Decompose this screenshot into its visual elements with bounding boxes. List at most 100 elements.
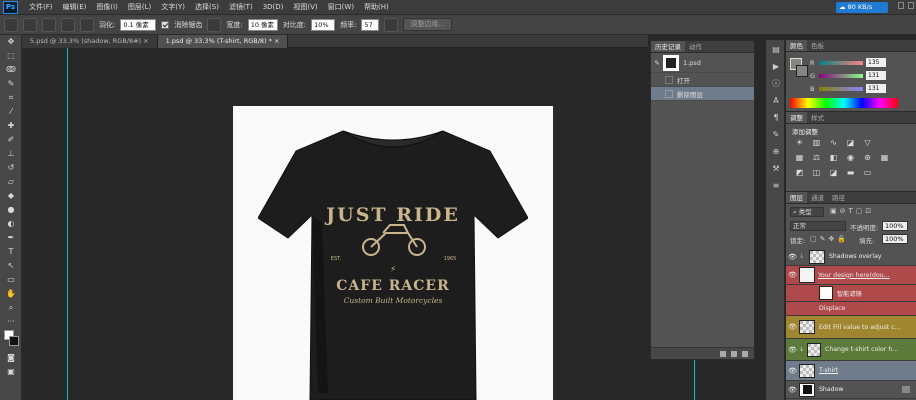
screen-mode-icon[interactable]: ▣: [3, 366, 19, 377]
curves-icon[interactable]: ∿: [828, 138, 839, 148]
blue-slider[interactable]: [819, 86, 863, 91]
path-select-icon[interactable]: ↖: [3, 260, 19, 271]
blue-value-input[interactable]: 131: [866, 84, 886, 93]
menu-help[interactable]: 帮助(H): [359, 0, 394, 15]
trash-icon[interactable]: [742, 350, 748, 357]
tab-actions[interactable]: 动作: [685, 41, 706, 52]
tab-adjustments[interactable]: 调整: [786, 112, 807, 123]
threshold-icon[interactable]: ◪: [828, 168, 839, 178]
history-step[interactable]: 打开: [651, 73, 754, 87]
quick-mask-icon[interactable]: ◙: [3, 352, 19, 363]
layer-filter-select[interactable]: ⌕ 类型: [790, 207, 824, 217]
lock-icons[interactable]: ▢✎✥🔒: [810, 235, 849, 243]
menu-view[interactable]: 视图(V): [288, 0, 322, 15]
paragraph-dock-icon[interactable]: ¶: [770, 113, 782, 123]
menu-file[interactable]: 文件(F): [24, 0, 58, 15]
move-tool-icon[interactable]: ✥: [3, 36, 19, 47]
eraser-tool-icon[interactable]: ▱: [3, 176, 19, 187]
vibrance-icon[interactable]: ▽: [862, 138, 873, 148]
extra-tools-icon[interactable]: ···: [3, 316, 19, 327]
tab-layers[interactable]: 图层: [786, 192, 807, 203]
minimize-icon[interactable]: [898, 2, 904, 9]
green-value-input[interactable]: 131: [866, 71, 886, 80]
invert-icon[interactable]: ◩: [794, 168, 805, 178]
photo-filter-icon[interactable]: ◉: [845, 153, 856, 163]
hue-saturation-icon[interactable]: ▦: [794, 153, 805, 163]
layer-row[interactable]: 👁 Your design here(dou...: [786, 266, 916, 285]
layer-row[interactable]: 👁 Edit Fill value to adjust c...: [786, 316, 916, 339]
history-step[interactable]: 删除图层: [651, 87, 754, 101]
layer-row[interactable]: Displace: [786, 302, 916, 316]
step-checkbox[interactable]: [665, 75, 673, 84]
dodge-tool-icon[interactable]: ◐: [3, 218, 19, 229]
eye-icon[interactable]: 👁: [786, 346, 799, 354]
contrast-input[interactable]: 10%: [311, 18, 336, 31]
type-tool-icon[interactable]: T: [3, 246, 19, 257]
tab-color[interactable]: 颜色: [786, 40, 807, 51]
color-spectrum[interactable]: [790, 98, 898, 108]
menu-layer[interactable]: 图层(L): [123, 0, 156, 15]
layer-row[interactable]: 👁 Shadow: [786, 381, 916, 399]
layer-row[interactable]: 👁 ↓ Shadows overlay: [786, 248, 916, 266]
brush-tool-icon[interactable]: ✐: [3, 134, 19, 145]
stamp-tool-icon[interactable]: ⊥: [3, 148, 19, 159]
new-selection-icon[interactable]: [23, 17, 37, 32]
clone-source-dock-icon[interactable]: ⊕: [770, 147, 782, 157]
menu-3d[interactable]: 3D(D): [258, 0, 289, 15]
lasso-width-icon[interactable]: [207, 17, 222, 32]
paint-bucket-icon[interactable]: ◆: [3, 190, 19, 201]
blur-tool-icon[interactable]: ●: [3, 204, 19, 215]
refine-edge-button[interactable]: 调整边缘...: [403, 18, 453, 31]
tab-document-1[interactable]: 1.psd @ 33.3% (T-shirt, RGB/8) * ×: [157, 35, 289, 48]
selective-color-icon[interactable]: ▬: [845, 168, 856, 178]
tab-close-icon[interactable]: ×: [143, 37, 148, 45]
menu-select[interactable]: 选择(S): [190, 0, 224, 15]
eye-icon[interactable]: 👁: [786, 253, 799, 261]
green-slider[interactable]: [819, 73, 863, 78]
hand-tool-icon[interactable]: ✋: [3, 288, 19, 299]
actions-dock-icon[interactable]: ▶: [770, 62, 782, 72]
tab-close-icon[interactable]: ×: [274, 37, 279, 45]
exposure-icon[interactable]: ◪: [845, 138, 856, 148]
history-brush-source-icon[interactable]: ✎: [651, 59, 663, 67]
properties-dock-icon[interactable]: ≡: [770, 181, 782, 191]
history-dock-icon[interactable]: ▤: [770, 45, 782, 55]
layer-row[interactable]: 智能滤镜: [786, 285, 916, 302]
eyedropper-tool-icon[interactable]: ⁄: [3, 106, 19, 117]
channel-mixer-icon[interactable]: ⊛: [862, 153, 873, 163]
feather-input[interactable]: 0.1 像素: [120, 18, 157, 31]
gradient-map-icon[interactable]: ▭: [862, 168, 873, 178]
levels-icon[interactable]: ▥: [811, 138, 822, 148]
new-document-from-state-icon[interactable]: [720, 350, 726, 357]
lasso-preset-icon[interactable]: [4, 17, 18, 32]
black-white-icon[interactable]: ◧: [828, 153, 839, 163]
fill-input[interactable]: 100%: [882, 234, 908, 244]
layer-row[interactable]: 👁 T-shirt: [786, 361, 916, 381]
character-dock-icon[interactable]: A: [770, 96, 782, 106]
eye-icon[interactable]: 👁: [786, 323, 799, 331]
shape-tool-icon[interactable]: ▭: [3, 274, 19, 285]
brush-dock-icon[interactable]: ✎: [770, 130, 782, 140]
menu-window[interactable]: 窗口(W): [323, 0, 359, 15]
frequency-input[interactable]: 57: [361, 18, 380, 31]
pen-pressure-icon[interactable]: [384, 17, 399, 32]
antialias-checkbox[interactable]: [161, 20, 170, 29]
color-balance-icon[interactable]: ⚖: [811, 153, 822, 163]
blend-mode-select[interactable]: 正常: [790, 221, 846, 231]
red-slider[interactable]: [819, 60, 863, 65]
tab-swatches[interactable]: 色板: [807, 40, 828, 51]
menu-edit[interactable]: 编辑(E): [58, 0, 92, 15]
add-selection-icon[interactable]: [42, 17, 56, 32]
crop-tool-icon[interactable]: ⌗: [3, 92, 19, 103]
close-icon[interactable]: [908, 2, 914, 9]
intersect-selection-icon[interactable]: [80, 17, 94, 32]
snapshot-icon[interactable]: [731, 350, 737, 357]
tab-paths[interactable]: 路径: [828, 192, 849, 203]
background-color-swatch[interactable]: [9, 336, 19, 346]
tab-styles[interactable]: 样式: [807, 112, 828, 123]
background-swatch[interactable]: [796, 65, 808, 77]
width-input[interactable]: 10 像素: [247, 18, 278, 31]
brightness-icon[interactable]: ☀: [794, 138, 805, 148]
eye-icon[interactable]: 👁: [786, 367, 799, 375]
history-brush-icon[interactable]: ↺: [3, 162, 19, 173]
